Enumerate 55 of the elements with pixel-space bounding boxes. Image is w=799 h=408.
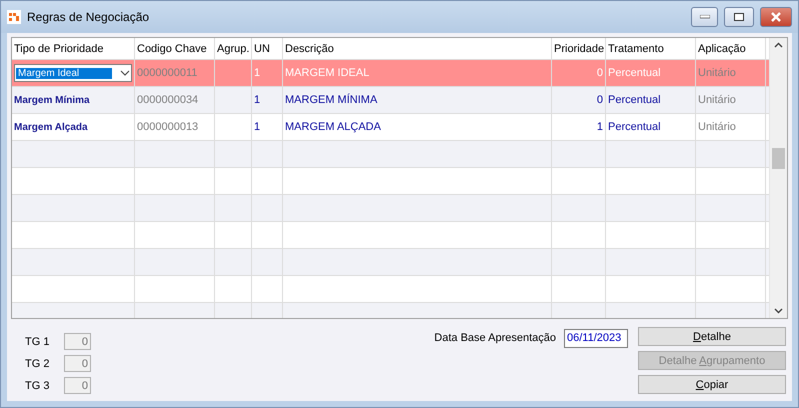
maximize-icon — [734, 13, 744, 21]
action-button[interactable]: Copiar — [638, 375, 786, 394]
table-cell: 0000000011 — [137, 67, 198, 79]
chevron-icon — [120, 70, 130, 76]
table-row[interactable]: Margem Ideal 0000000011 1 MARGEM IDEAL 0 Percentual Unitário — [12, 60, 769, 87]
table-cell: Percentual — [608, 67, 661, 79]
column-header[interactable]: Agrup. — [215, 38, 252, 59]
table-cell: 1 — [254, 121, 260, 133]
table-cell: 0000000034 — [137, 94, 198, 106]
column-header[interactable]: Tratamento — [606, 38, 696, 59]
table-cell: 1 — [254, 67, 260, 79]
close-icon — [770, 12, 782, 22]
total-field: 0 — [64, 355, 91, 372]
total-field: 0 — [64, 377, 91, 394]
total-label: TG 2 — [25, 358, 50, 370]
total-field: 0 — [64, 333, 91, 350]
priority-dropdown[interactable]: Margem Ideal — [14, 64, 132, 82]
table-row[interactable]: Margem Mínima 0000000034 1 MARGEM MÍNIMA 0 Percentual Unitário — [12, 87, 769, 114]
table-cell: 1 — [254, 94, 260, 106]
table-cell: Margem Alçada — [14, 122, 88, 132]
close-button[interactable] — [760, 7, 792, 27]
action-button[interactable]: Detalhe — [638, 327, 786, 346]
table-cell: 0000000013 — [137, 121, 198, 133]
table-row[interactable]: Margem Alçada 0000000013 1 MARGEM ALÇADA 1 Percentual Unitário — [12, 114, 769, 141]
table-cell: Percentual — [608, 94, 661, 106]
table-cell: MARGEM ALÇADA — [285, 121, 381, 133]
table-cell: MARGEM MÍNIMA — [285, 94, 378, 106]
column-header[interactable]: Prioridade — [552, 38, 606, 59]
table-cell: 1 — [596, 121, 603, 133]
scroll-thumb[interactable] — [772, 148, 785, 169]
scroll-down-icon[interactable] — [774, 308, 783, 314]
table-cell: Unitário — [698, 121, 736, 133]
minimize-icon — [700, 15, 710, 19]
scroll-up-icon[interactable] — [774, 42, 783, 48]
total-label: TG 3 — [25, 380, 50, 392]
column-header[interactable]: UN — [252, 38, 283, 59]
table-cell: Unitário — [698, 94, 736, 106]
maximize-button[interactable] — [724, 7, 754, 27]
column-header[interactable]: Codigo Chave — [135, 38, 215, 59]
app-icon — [7, 10, 21, 24]
table-cell: 0 — [596, 94, 603, 106]
column-header[interactable]: Tipo de Prioridade — [12, 38, 135, 59]
total-label: TG 1 — [25, 336, 50, 348]
column-header[interactable]: Descrição — [283, 38, 552, 59]
minimize-button[interactable] — [691, 7, 718, 27]
date-label: Data Base Apresentação — [434, 332, 556, 344]
scrollbar[interactable] — [769, 38, 787, 318]
table-cell: 0 — [596, 67, 603, 79]
date-field[interactable]: 06/11/2023 — [564, 329, 628, 348]
table-cell: MARGEM IDEAL — [285, 67, 370, 79]
table-cell: Unitário — [698, 67, 736, 79]
column-header[interactable]: Aplicação — [696, 38, 766, 59]
window-title: Regras de Negociação — [27, 10, 150, 24]
table-cell: Margem Mínima — [14, 94, 90, 106]
table-cell: Percentual — [608, 121, 661, 133]
